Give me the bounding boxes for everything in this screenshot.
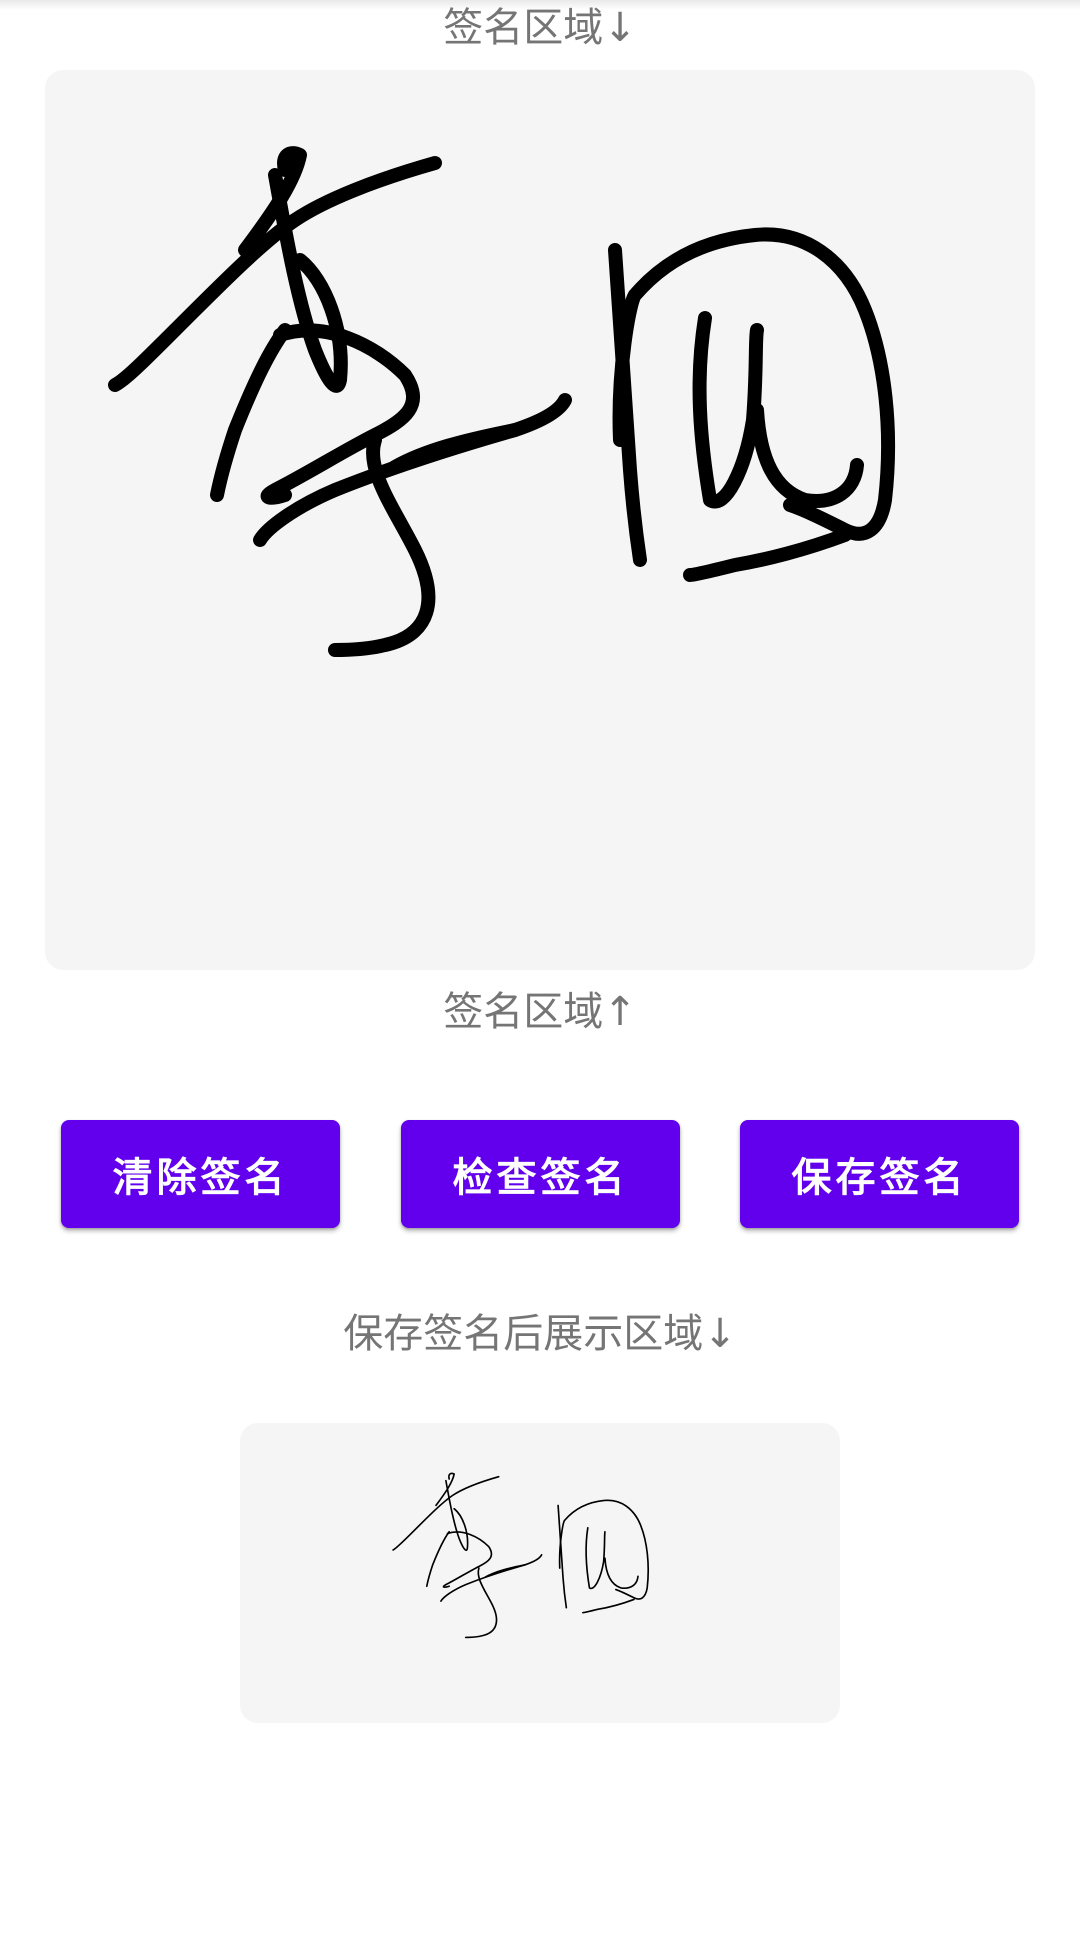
- signature-pad[interactable]: [45, 70, 1035, 970]
- clear-signature-button[interactable]: 清除签名: [61, 1120, 340, 1228]
- saved-signature-image: [392, 1472, 650, 1639]
- signature-ink: [108, 146, 896, 657]
- save-signature-button[interactable]: 保存签名: [740, 1120, 1019, 1228]
- signature-area-bottom-caption: 签名区域↑: [443, 989, 637, 1035]
- check-signature-button[interactable]: 检查签名: [401, 1120, 680, 1228]
- saved-preview-caption: 保存签名后展示区域↓: [343, 1311, 737, 1357]
- saved-signature-preview: [240, 1423, 840, 1723]
- signature-area-top-caption: 签名区域↓: [443, 5, 637, 51]
